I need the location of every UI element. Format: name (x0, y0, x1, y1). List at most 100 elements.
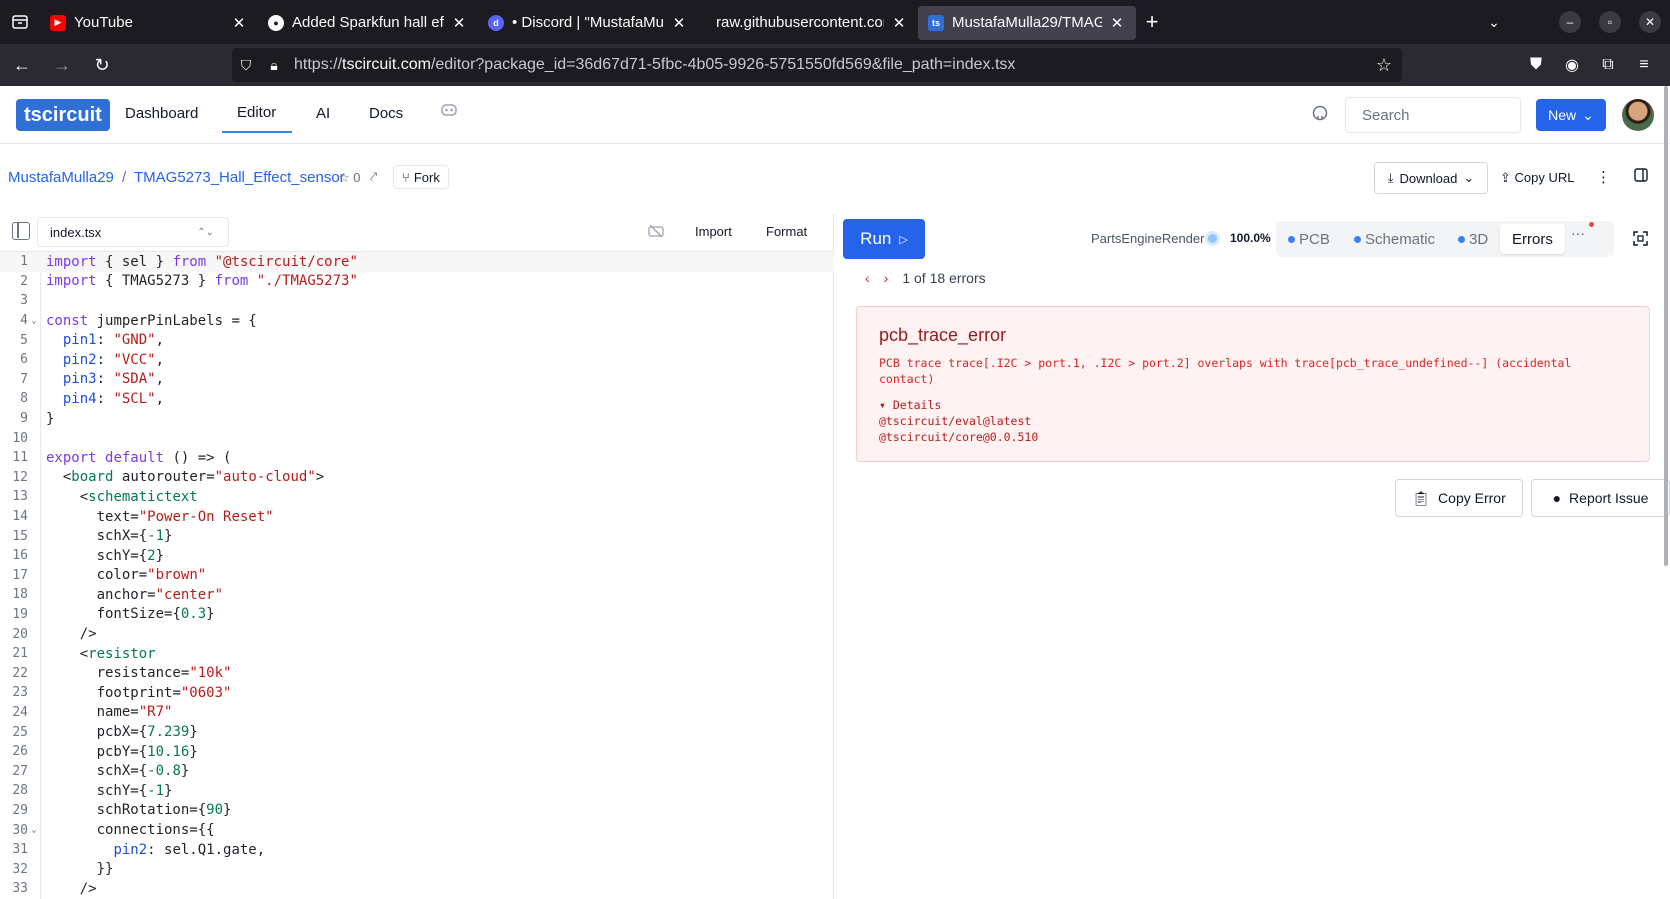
page-scrollbar[interactable] (1664, 86, 1668, 566)
url-bar[interactable]: ⛉ 🔒︎ https://tscircuit.com/editor?packag… (232, 48, 1402, 82)
code-line[interactable]: 17 color="brown" (0, 566, 834, 586)
chevron-left-icon[interactable]: ‹ (865, 270, 870, 286)
search-input[interactable]: Search (1345, 97, 1521, 133)
browser-tab-raw[interactable]: raw.githubusercontent.com ✕ (698, 6, 918, 40)
close-tab-icon[interactable]: ✕ (890, 14, 908, 32)
minimize-icon[interactable]: – (1559, 11, 1581, 33)
code-line[interactable]: 14 text="Power-On Reset" (0, 507, 834, 527)
code-line[interactable]: 9} (0, 409, 834, 429)
code-line[interactable]: 16 schY={2} (0, 546, 834, 566)
tab-errors[interactable]: Errors (1500, 224, 1565, 254)
fork-button[interactable]: ⑂ Fork (393, 165, 449, 189)
browser-tab-youtube[interactable]: ▶ YouTube ✕ (40, 6, 258, 40)
run-button[interactable]: Run ▷ (843, 219, 925, 259)
back-icon[interactable]: ← (4, 49, 40, 81)
code-line[interactable]: 8 pin4: "SCL", (0, 389, 834, 409)
fold-chevron-icon[interactable]: ⌄ (28, 825, 40, 835)
close-tab-icon[interactable]: ✕ (450, 14, 468, 32)
bookmark-star-icon[interactable]: ☆ (1376, 55, 1392, 76)
code-line[interactable]: 5 pin1: "GND", (0, 330, 834, 350)
nav-dashboard[interactable]: Dashboard (125, 105, 198, 122)
tab-schematic[interactable]: Schematic (1354, 231, 1435, 248)
tab-list-icon[interactable] (0, 0, 40, 44)
nav-ai[interactable]: AI (316, 105, 330, 122)
maximize-icon[interactable]: ▫ (1599, 11, 1621, 33)
code-line[interactable]: 15 schX={-1} (0, 526, 834, 546)
code-line[interactable]: 21 <resistor (0, 644, 834, 664)
new-tab-icon[interactable]: + (1136, 9, 1168, 35)
code-line[interactable]: 4 ⌄ const jumperPinLabels = { (0, 311, 834, 331)
pocket-icon[interactable]: ⛊ (1518, 56, 1554, 74)
code-line[interactable]: 1 import { sel } from "@tscircuit/core" (0, 252, 834, 272)
close-window-icon[interactable]: ✕ (1639, 11, 1661, 33)
close-tab-icon[interactable]: ✕ (230, 14, 248, 32)
browser-tab-github[interactable]: ● Added Sparkfun hall effe ✕ (258, 6, 478, 40)
code-line[interactable]: 3 (0, 291, 834, 311)
error-details[interactable]: ▾ Details @tscircuit/eval@latest @tscirc… (879, 397, 1038, 445)
code-line[interactable]: 20 /> (0, 624, 834, 644)
tab-overflow-chevron-icon[interactable]: ⌄ (1474, 14, 1514, 31)
panel-toggle-icon[interactable] (1634, 168, 1648, 185)
code-line[interactable]: 13 <schematictext (0, 487, 834, 507)
report-issue-button[interactable]: ● Report Issue (1531, 479, 1670, 517)
browser-tab-discord[interactable]: d • Discord | "MustafaMull ✕ (478, 6, 698, 40)
code-line[interactable]: 25 pcbX={7.239} (0, 722, 834, 742)
tscircuit-logo[interactable]: tscircuit (16, 99, 110, 131)
star-count[interactable]: ☆ 0 (338, 170, 361, 186)
copy-error-button[interactable]: 📋︎ Copy Error (1395, 479, 1523, 517)
code-line[interactable]: 2 import { TMAG5273 } from "./TMAG5273" (0, 272, 834, 292)
code-line[interactable]: 12 <board autorouter="auto-cloud"> (0, 468, 834, 488)
external-link-icon[interactable]: ⤤ (370, 169, 377, 185)
download-button[interactable]: ⤓ Download ⌄ (1374, 162, 1488, 194)
avatar[interactable] (1622, 99, 1654, 131)
code-line[interactable]: 26 pcbY={10.16} (0, 742, 834, 762)
new-button[interactable]: New ⌄ (1536, 99, 1606, 131)
tab-pcb[interactable]: PCB (1288, 231, 1330, 248)
code-line[interactable]: 24 name="R7" (0, 703, 834, 723)
shield-icon[interactable]: ⛉ (232, 57, 260, 74)
browser-tab-tscircuit[interactable]: ts MustafaMulla29/TMAG5 ✕ (918, 5, 1136, 40)
code-line[interactable]: 22 resistance="10k" (0, 663, 834, 683)
menu-icon[interactable]: ≡ (1626, 56, 1662, 74)
nav-docs[interactable]: Docs (369, 105, 403, 122)
code-line[interactable]: 23 footprint="0603" (0, 683, 834, 703)
account-icon[interactable]: ◉ (1554, 55, 1590, 75)
github-icon[interactable] (1312, 105, 1328, 126)
close-tab-icon[interactable]: ✕ (1108, 14, 1126, 32)
forward-icon[interactable]: → (44, 49, 80, 81)
chevron-right-icon[interactable]: › (884, 270, 889, 286)
file-select[interactable]: index.tsx ⌃⌄ (37, 217, 229, 247)
code-line[interactable]: 30 ⌄ connections={{ (0, 820, 834, 840)
close-tab-icon[interactable]: ✕ (670, 14, 688, 32)
url-text[interactable]: https://tscircuit.com/editor?package_id=… (294, 56, 1015, 74)
format-button[interactable]: Format (766, 224, 807, 239)
breadcrumb-package[interactable]: TMAG5273_Hall_Effect_sensor (134, 169, 345, 186)
more-horizontal-icon[interactable]: ··· (1571, 225, 1585, 241)
code-line[interactable]: 7 pin3: "SDA", (0, 370, 834, 390)
fullscreen-icon[interactable] (1633, 231, 1648, 250)
breadcrumb-owner[interactable]: MustafaMulla29 (8, 169, 114, 186)
reload-icon[interactable]: ↻ (84, 49, 120, 81)
extensions-icon[interactable]: ⧉ (1590, 56, 1626, 74)
sidebar-toggle-icon[interactable] (12, 222, 30, 240)
code-line[interactable]: 27 schX={-0.8} (0, 761, 834, 781)
lock-icon[interactable]: 🔒︎ (260, 57, 288, 74)
code-line[interactable]: 19 fontSize={0.3} (0, 605, 834, 625)
import-button[interactable]: Import (695, 224, 732, 239)
details-toggle[interactable]: ▾ Details (879, 397, 1038, 413)
code-line[interactable]: 6 pin2: "VCC", (0, 350, 834, 370)
code-line[interactable]: 18 anchor="center" (0, 585, 834, 605)
discord-icon[interactable] (441, 103, 457, 121)
code-line[interactable]: 33 /> (0, 879, 834, 899)
code-line[interactable]: 29 schRotation={90} (0, 801, 834, 821)
code-line[interactable]: 10 (0, 428, 834, 448)
copy-url-button[interactable]: ⇪ Copy URL (1500, 170, 1575, 186)
fold-chevron-icon[interactable]: ⌄ (28, 316, 40, 326)
more-vertical-icon[interactable]: ⋮ (1596, 168, 1611, 186)
code-line[interactable]: 32 }} (0, 859, 834, 879)
nav-editor[interactable]: Editor (237, 104, 276, 121)
eye-off-icon[interactable] (648, 224, 664, 241)
code-line[interactable]: 11 export default () => ( (0, 448, 834, 468)
tab-3d[interactable]: 3D (1458, 231, 1488, 248)
code-area[interactable]: 1 import { sel } from "@tscircuit/core" 2 i… (0, 252, 834, 899)
